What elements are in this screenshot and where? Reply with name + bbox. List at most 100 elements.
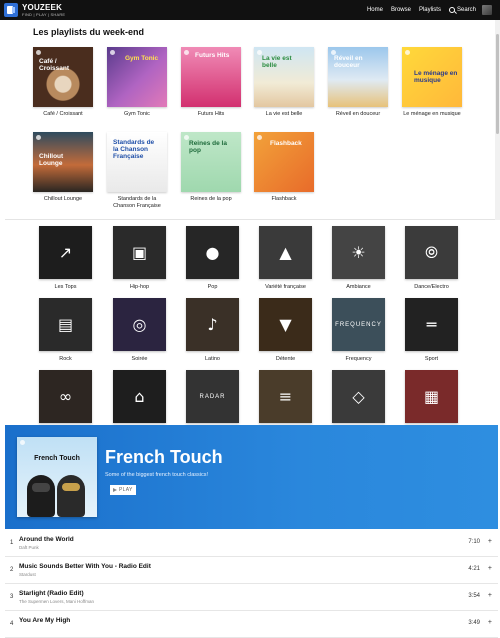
nav-playlists[interactable]: Playlists	[419, 7, 441, 13]
featured-description: Some of the biggest french touch classic…	[105, 472, 209, 478]
playlist-title: Flashback	[271, 196, 297, 202]
playlist-cover[interactable]: La vie est belle	[254, 47, 314, 107]
track-artist: The Supermen Lovers, Mani Hoffman	[19, 599, 94, 604]
cover-badge-icon	[405, 50, 410, 55]
add-track-icon[interactable]: +	[488, 565, 492, 572]
genre-card[interactable]: FREQUENCY Frequency	[332, 298, 385, 362]
scrollbar-thumb[interactable]	[496, 34, 499, 134]
genre-card[interactable]: ▲ Variété française	[259, 226, 312, 290]
genre-tile[interactable]: ⦾	[405, 226, 458, 279]
playlist-cover[interactable]: Le ménage en musique	[402, 47, 462, 107]
featured-playlist-banner: French Touch French Touch Some of the bi…	[5, 425, 498, 529]
track-artist: Daft Punk	[19, 545, 39, 550]
genre-tile[interactable]: FREQUENCY	[332, 298, 385, 351]
genre-tile[interactable]: ⌂	[113, 370, 166, 423]
playlist-cover[interactable]: Chillout Lounge	[33, 132, 93, 192]
user-avatar[interactable]	[482, 5, 492, 15]
section-scrollbar[interactable]	[495, 20, 500, 220]
playlist-card[interactable]: Chillout Lounge Chillout Lounge	[33, 132, 93, 203]
genre-tile[interactable]: ▲	[259, 226, 312, 279]
genre-card[interactable]: ▣ Hip-hop	[113, 226, 166, 290]
genre-tile[interactable]: ◎	[113, 298, 166, 351]
playlist-cover[interactable]: Café / Croissant	[33, 47, 93, 107]
track-row[interactable]: 4 You Are My High 3:49 +	[5, 611, 498, 638]
playlist-cover[interactable]: Gym Tonic	[107, 47, 167, 107]
genre-tile[interactable]: ↗	[39, 226, 92, 279]
playlist-card[interactable]: La vie est belle La vie est belle	[254, 47, 314, 118]
genre-card[interactable]: ⌂	[113, 370, 166, 423]
mask-icon: ◇	[352, 387, 365, 406]
genre-tile[interactable]: RADAR	[186, 370, 239, 423]
playlist-card[interactable]: Réveil en douceur Réveil en douceur	[328, 47, 388, 118]
brand[interactable]: YOUZEEK FIND | PLAY | SHARE	[22, 3, 65, 17]
playlist-title: Reines de la pop	[190, 196, 232, 202]
genre-card[interactable]: ≡	[259, 370, 312, 423]
playlist-card[interactable]: Standards de la Chanson Française Standar…	[107, 132, 167, 210]
helmet-icon	[27, 475, 55, 517]
genre-card[interactable]: ∞	[39, 370, 92, 423]
playlist-card[interactable]: Reines de la pop Reines de la pop	[181, 132, 241, 203]
cat-icon: ▼	[279, 315, 292, 334]
genre-card[interactable]: ⦾ Dance/Electro	[405, 226, 458, 290]
genre-tile[interactable]: ▣	[113, 226, 166, 279]
genre-label: Frequency	[345, 356, 372, 362]
add-track-icon[interactable]: +	[488, 619, 492, 626]
playlist-card[interactable]: Gym Tonic Gym Tonic	[107, 47, 167, 118]
genre-tile[interactable]: ◇	[332, 370, 385, 423]
genre-tile[interactable]: ≡	[259, 370, 312, 423]
genre-card[interactable]: ═ Sport	[405, 298, 458, 362]
genre-tile[interactable]: ▤	[39, 298, 92, 351]
sun-cloud-icon: ☀	[351, 243, 366, 262]
play-button[interactable]: PLAY	[110, 485, 136, 495]
featured-cover[interactable]: French Touch	[17, 437, 97, 517]
genre-tile[interactable]: ●	[186, 226, 239, 279]
genre-card[interactable]: ▦	[405, 370, 458, 423]
playlist-cover[interactable]: Flashback	[254, 132, 314, 192]
genre-label: Hip-hop	[129, 284, 150, 290]
track-title: Starlight (Radio Edit)	[19, 590, 84, 597]
genre-label: Pop	[207, 284, 218, 290]
guitar-icon: ♪	[207, 315, 218, 334]
add-track-icon[interactable]: +	[488, 538, 492, 545]
playlist-cover-text: Standards de la Chanson Française	[113, 139, 155, 160]
genre-card[interactable]: ▤ Rock	[39, 298, 92, 362]
track-row[interactable]: 3 Starlight (Radio Edit) The Supermen Love…	[5, 584, 498, 611]
playlist-card[interactable]: Café / Croissant Café / Croissant	[33, 47, 93, 118]
genre-card[interactable]: ▼ Détente	[259, 298, 312, 362]
playlist-card[interactable]: Flashback Flashback	[254, 132, 314, 203]
genre-card[interactable]: ◇	[332, 370, 385, 423]
genre-card[interactable]: ♪ Latino	[186, 298, 239, 362]
genre-tile[interactable]: ☀	[332, 226, 385, 279]
track-row[interactable]: 2 Music Sounds Better With You - Radio Ed…	[5, 557, 498, 584]
playlist-cover[interactable]: Réveil en douceur	[328, 47, 388, 107]
genre-tile[interactable]: ═	[405, 298, 458, 351]
add-track-icon[interactable]: +	[488, 592, 492, 599]
playlist-cover[interactable]: Standards de la Chanson Française	[107, 132, 167, 192]
track-row[interactable]: 1 Around the World Daft Punk 7:10 +	[5, 530, 498, 557]
section-title: Les playlists du week-end	[33, 27, 145, 37]
genre-label: Dance/Electro	[414, 284, 449, 290]
genre-label: Soirée	[131, 356, 148, 362]
disco-ball-icon: ◎	[132, 315, 147, 334]
genre-card[interactable]: RADAR	[186, 370, 239, 423]
genre-card[interactable]: ☀ Ambiance	[332, 226, 385, 290]
featured-title: French Touch	[105, 447, 223, 467]
youzeek-logo-icon[interactable]	[4, 3, 18, 17]
genre-tile[interactable]: ▦	[405, 370, 458, 423]
nav-browse[interactable]: Browse	[391, 7, 411, 13]
cover-badge-icon	[36, 50, 41, 55]
playlist-cover[interactable]: Futurs Hits	[181, 47, 241, 107]
genre-tile[interactable]: ▼	[259, 298, 312, 351]
playlist-cover[interactable]: Reines de la pop	[181, 132, 241, 192]
genre-card[interactable]: ↗ Les Tops	[39, 226, 92, 290]
search-button[interactable]: Search	[448, 7, 476, 13]
genre-tile[interactable]: ∞	[39, 370, 92, 423]
playlist-card[interactable]: Futurs Hits Futurs Hits	[181, 47, 241, 118]
playlist-card[interactable]: Le ménage en musique Le ménage en musique	[402, 47, 462, 118]
cover-badge-icon	[257, 135, 262, 140]
genre-tile[interactable]: ♪	[186, 298, 239, 351]
playlist-cover-text: Chillout Lounge	[39, 153, 64, 167]
nav-home[interactable]: Home	[367, 7, 383, 13]
genre-card[interactable]: ● Pop	[186, 226, 239, 290]
genre-card[interactable]: ◎ Soirée	[113, 298, 166, 362]
